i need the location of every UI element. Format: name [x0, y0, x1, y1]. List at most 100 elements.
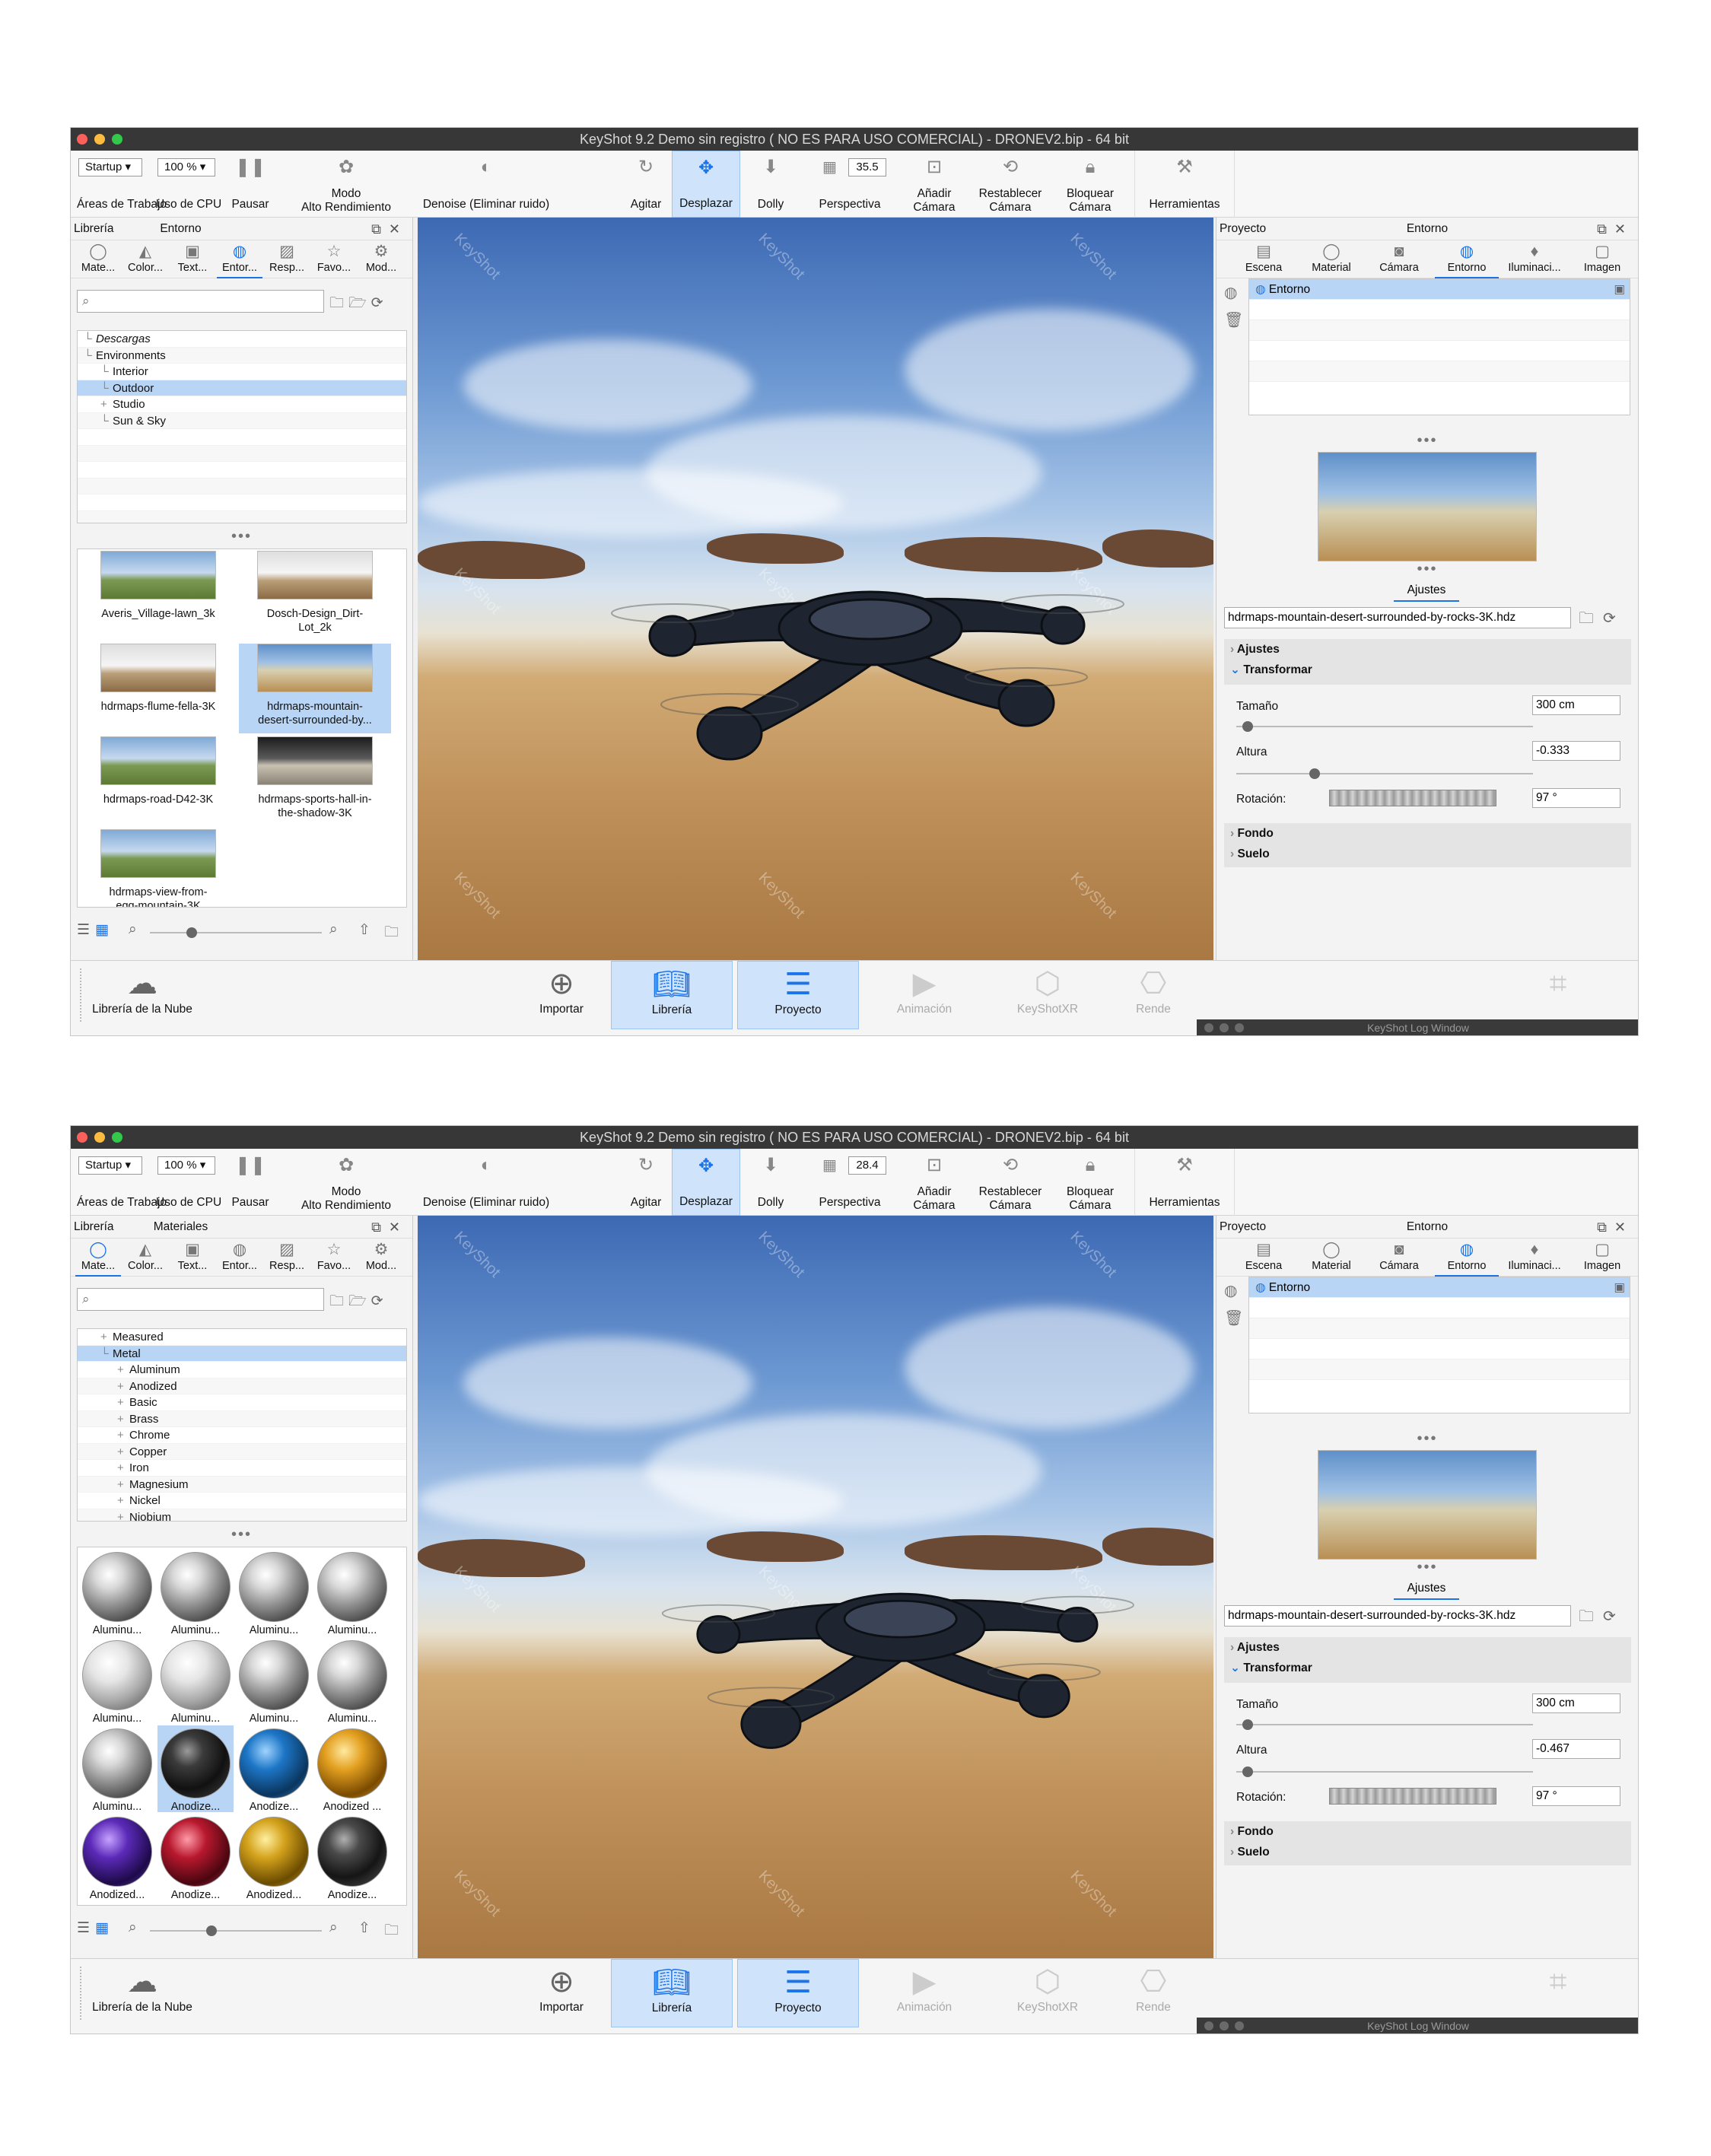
expand-icon[interactable]: +	[117, 1394, 129, 1411]
library-folder-actions[interactable]: 🗀︎🗁︎⟳	[329, 292, 388, 316]
project-tab[interactable]: ◍ Entorno	[1435, 240, 1499, 278]
tree-item[interactable]: + Anodized	[78, 1378, 406, 1395]
log-window[interactable]: KeyShot Log Window	[1197, 2018, 1638, 2034]
section-ajustes[interactable]: › Ajustes	[1230, 1637, 1631, 1658]
section-suelo[interactable]: › Suelo	[1230, 1842, 1631, 1862]
workspace-control[interactable]: Startup ▾ Áreas de Trabajo	[77, 151, 167, 218]
material-thumbnail[interactable]: Anodized...	[236, 1814, 312, 1901]
environment-thumbnail[interactable]: Dosch-Design_Dirt- Lot_2k	[239, 551, 391, 641]
material-thumbnail[interactable]: Anodized...	[79, 1814, 155, 1901]
refresh-icon[interactable]: ⟳	[371, 1293, 388, 1309]
panel-controls[interactable]: ⧉✕	[1597, 218, 1633, 240]
expand-icon[interactable]: +	[100, 1329, 113, 1346]
library-tab[interactable]: ◯ Mate...	[75, 1239, 121, 1277]
grid-view-icon[interactable]: ▦	[95, 1919, 109, 1937]
reset-camera-button[interactable]: ⟲ Restablecer Cámara	[968, 151, 1052, 218]
section-fondo[interactable]: › Fondo	[1230, 823, 1631, 844]
fov-input[interactable]: 35.5	[848, 158, 886, 176]
library-tab[interactable]: ◭ Color...	[122, 1239, 168, 1277]
expand-icon[interactable]: +	[117, 1509, 129, 1522]
project-button[interactable]: ☰ Proyecto	[737, 1959, 859, 2027]
keyshotxr-button[interactable]: ⬡ KeyShotXR	[987, 1959, 1108, 2027]
environment-thumbnail[interactable]: hdrmaps-mountain-desert-surrounded-by...	[239, 644, 391, 733]
tree-item[interactable]: + Niobium	[78, 1509, 406, 1522]
size-input[interactable]: 300 cm	[1532, 1693, 1620, 1713]
height-slider[interactable]	[1236, 1766, 1533, 1777]
tree-item[interactable]: + Brass	[78, 1410, 406, 1428]
pause-button[interactable]: ❚❚ Pausar	[220, 1149, 281, 1216]
tree-item[interactable]: └ Metal	[78, 1345, 406, 1362]
list-view-icon[interactable]: ☰	[77, 921, 90, 939]
material-thumbnail[interactable]: Aluminu...	[157, 1549, 234, 1636]
slider-knob[interactable]	[206, 1925, 217, 1936]
folder-remove-icon[interactable]: 🗁︎	[348, 1293, 371, 1309]
workspace-dropdown[interactable]: Startup ▾	[78, 158, 142, 176]
trash-icon[interactable]: 🗑︎	[1224, 1309, 1243, 1328]
size-slider[interactable]	[1236, 721, 1533, 732]
library-tab[interactable]: ▣ Text...	[170, 240, 215, 278]
material-thumbnail[interactable]: Anodize...	[157, 1725, 234, 1813]
expand-icon[interactable]: +	[117, 1444, 129, 1461]
add-camera-button[interactable]: ⊡ Añadir Cámara	[900, 151, 968, 218]
expand-icon[interactable]: +	[117, 1362, 129, 1379]
material-thumbnail[interactable]: Aluminu...	[314, 1637, 390, 1725]
workspace-dropdown[interactable]: Startup ▾	[78, 1156, 142, 1175]
path-actions[interactable]: 🗀︎⟳	[1579, 607, 1625, 633]
project-tab[interactable]: ▢ Imagen	[1570, 240, 1634, 278]
section-suelo[interactable]: › Suelo	[1230, 844, 1631, 864]
tools-button[interactable]: ⚒ Herramientas	[1134, 1149, 1235, 1216]
project-tab[interactable]: ▤ Escena	[1232, 240, 1296, 278]
library-tab[interactable]: ◯ Mate...	[75, 240, 121, 278]
folder-icon[interactable]: 🗀︎	[384, 1919, 399, 1944]
height-input[interactable]: -0.467	[1532, 1739, 1620, 1759]
expand-icon[interactable]: +	[117, 1460, 129, 1477]
height-input[interactable]: -0.333	[1532, 741, 1620, 761]
refresh-icon[interactable]: ⟳	[1603, 1608, 1625, 1625]
folder-icon[interactable]: 🗀︎	[384, 921, 399, 946]
environment-row[interactable]: ◍ Entorno ▣	[1249, 1277, 1630, 1298]
tab-ajustes[interactable]: Ajustes	[1394, 1577, 1459, 1600]
grid-view-icon[interactable]: ▦	[95, 921, 109, 939]
dolly-button[interactable]: ⬇ Dolly	[740, 151, 801, 218]
library-tab[interactable]: ◍ Entor...	[217, 240, 262, 278]
expand-icon[interactable]: +	[117, 1379, 129, 1395]
slider-knob[interactable]	[1309, 768, 1320, 779]
cpu-dropdown[interactable]: 100 % ▾	[157, 158, 215, 176]
folder-add-icon[interactable]: 🗀︎	[329, 295, 348, 311]
material-thumbnail[interactable]: Aluminu...	[79, 1725, 155, 1813]
material-thumbnail[interactable]: Aluminu...	[79, 1637, 155, 1725]
rotation-dial[interactable]	[1329, 1788, 1496, 1805]
tree-item[interactable]: + Chrome	[78, 1427, 406, 1444]
expand-icon[interactable]: +	[117, 1411, 129, 1428]
import-button[interactable]: ⊕ Importar	[501, 961, 622, 1029]
tumble-button[interactable]: ↻ Agitar	[615, 1149, 676, 1216]
refresh-icon[interactable]: ⟳	[371, 295, 388, 311]
keyshotxr-button[interactable]: ⬡ KeyShotXR	[987, 961, 1108, 1029]
expand-icon[interactable]: +	[117, 1427, 129, 1444]
splitter-handle[interactable]: •••	[1216, 1431, 1638, 1446]
tree-item[interactable]: └ Sun & Sky	[78, 412, 406, 429]
tree-item[interactable]: + Studio	[78, 396, 406, 413]
zoom-in-icon[interactable]: ⌕	[329, 1919, 338, 1936]
library-tab[interactable]: ☆ Favo...	[311, 1239, 357, 1277]
hdr-path-field[interactable]: hdrmaps-mountain-desert-surrounded-by-ro…	[1224, 1605, 1571, 1627]
environment-thumbnail[interactable]: hdrmaps-road-D42-3K	[82, 736, 234, 826]
tree-item[interactable]: + Basic	[78, 1394, 406, 1411]
expand-icon[interactable]: +	[117, 1477, 129, 1493]
folder-icon[interactable]: 🗀︎	[1579, 1608, 1603, 1625]
material-thumbnail[interactable]: Anodize...	[236, 1725, 312, 1813]
tumble-button[interactable]: ↻ Agitar	[615, 151, 676, 218]
library-folder-actions[interactable]: 🗀︎🗁︎⟳	[329, 1290, 388, 1315]
perspective-control[interactable]: ▦ 35.5 Perspectiva	[804, 151, 895, 218]
splitter-handle[interactable]: •••	[1216, 561, 1638, 577]
globe-icon[interactable]: ◍	[1224, 1281, 1237, 1300]
project-tab[interactable]: ◯ Material	[1299, 240, 1363, 278]
slider-knob[interactable]	[1242, 1766, 1253, 1777]
library-tab[interactable]: ⚙ Mod...	[358, 240, 404, 278]
rotation-dial[interactable]	[1329, 790, 1496, 806]
environment-thumbnail[interactable]: Averis_Village-lawn_3k	[82, 551, 234, 641]
size-input[interactable]: 300 cm	[1532, 695, 1620, 715]
library-search-input[interactable]: ⌕	[77, 1288, 324, 1311]
material-thumbnail[interactable]: Aluminu...	[314, 1549, 390, 1636]
close-window-button[interactable]	[77, 134, 87, 145]
